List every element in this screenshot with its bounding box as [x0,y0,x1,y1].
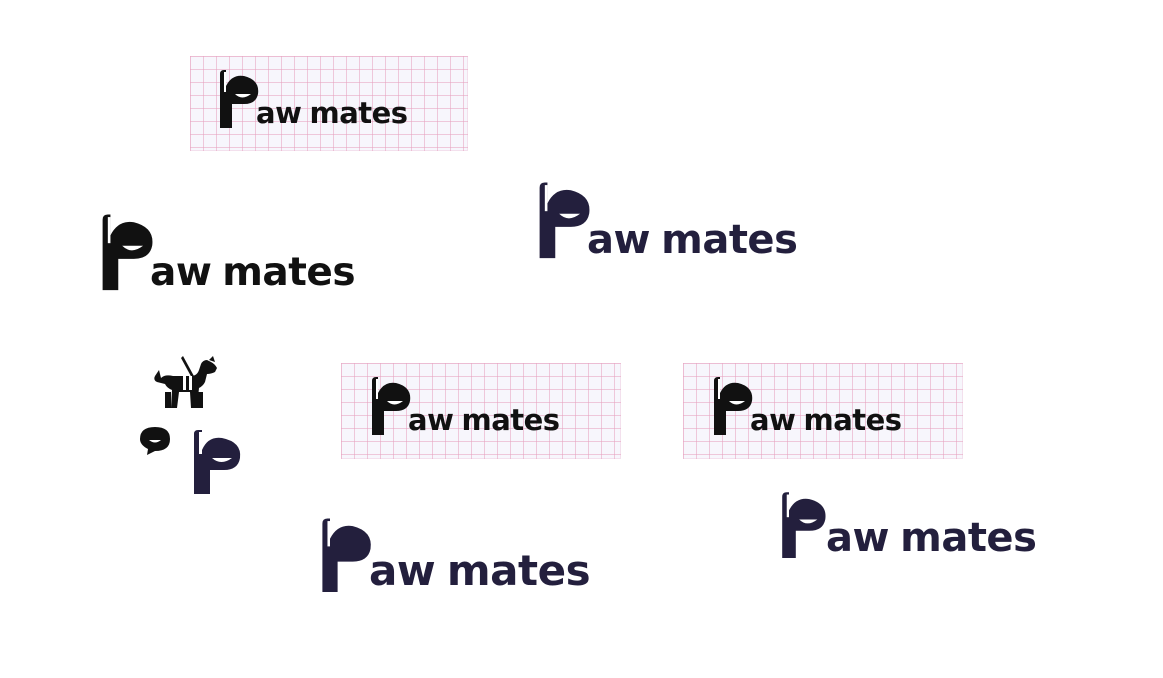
wordmark-aw: aw [587,217,650,263]
speech-bubble-icon [140,427,170,455]
wordmark-aw: aw [750,403,796,437]
wordmark-aw: aw [408,403,454,437]
wordmark-aw: aw [150,250,212,295]
logo-on-grid-top: aw mates [218,68,408,128]
logo-on-grid-middle-right: aw mates [712,375,902,435]
wordmark-mates: mates [446,546,591,595]
logo-large-bottom-right-navy: aw mates [778,490,1037,561]
logo-large-bottom-center-navy: aw mates [319,516,591,595]
wordmark-aw: aw [256,96,302,130]
wordmark-mates: mates [222,250,356,295]
wordmark-aw: aw [826,515,889,561]
wordmark-mates: mates [461,403,560,437]
wordmark-mates: mates [309,96,408,130]
wordmark-mates: mates [803,403,902,437]
wordmark-mates: mates [661,217,798,263]
p-letter-mark-icon [194,430,241,494]
wordmark-aw: aw [369,546,436,595]
logo-on-grid-middle-left: aw mates [370,375,560,435]
logo-large-center-navy: aw mates [537,178,798,263]
wordmark-mates: mates [900,515,1037,561]
dog-with-harness-icon [154,356,217,408]
logo-large-left-black: aw mates [100,210,356,295]
